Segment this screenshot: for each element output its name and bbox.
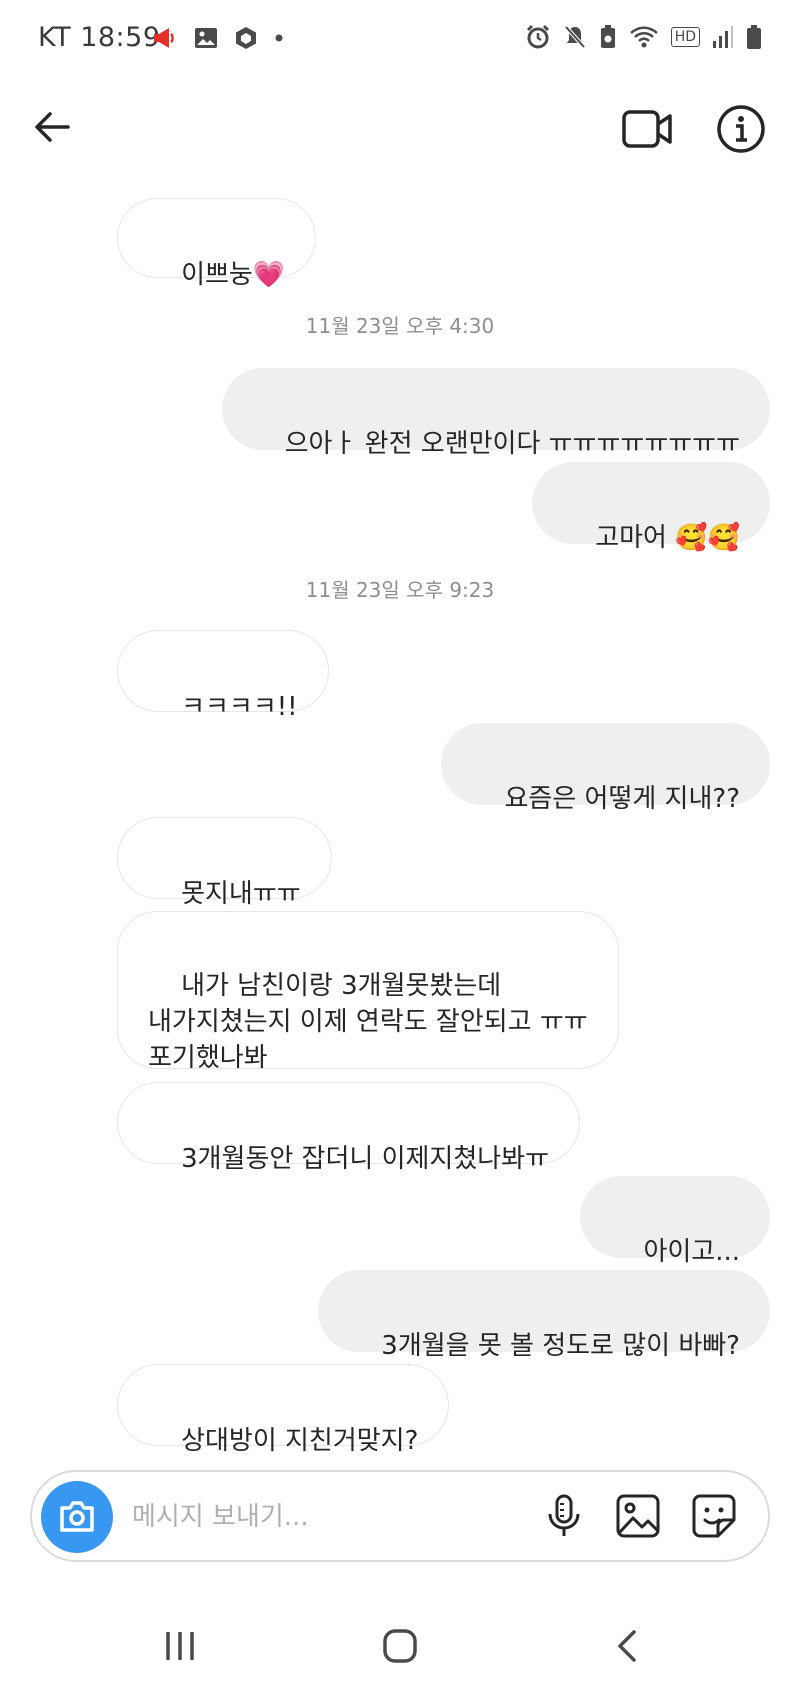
- timestamp: 11월 23일 오후 9:23: [305, 578, 495, 602]
- recents-button[interactable]: [160, 1628, 200, 1664]
- carrier-label: KT: [38, 22, 72, 53]
- clock: 18:59: [80, 22, 161, 53]
- message-bubble-incoming[interactable]: 못지내ㅠㅠ: [117, 817, 332, 909]
- message-bubble-incoming[interactable]: ㅋㅋㅋㅋ!!: [117, 630, 329, 722]
- video-call-button[interactable]: [620, 102, 674, 156]
- camera-icon: [60, 1501, 94, 1532]
- message-bubble-incoming[interactable]: 상대방이 지친거맞지?: [117, 1364, 450, 1456]
- system-icons: HD: [525, 24, 762, 50]
- more-dot-icon: [275, 34, 283, 42]
- sticker-button[interactable]: [690, 1492, 738, 1540]
- message-bubble-incoming[interactable]: 내가 남친이랑 3개월못봤는데 내가지쳤는지 이제 연락도 잘안되고 ㅠㅠ 포기…: [117, 911, 619, 1073]
- microphone-icon: [548, 1494, 580, 1536]
- video-camera-icon: [622, 110, 672, 148]
- message-bubble-incoming[interactable]: 이쁘눙💗: [117, 198, 317, 290]
- smiling-hearts-emoji: 🥰🥰: [675, 523, 740, 553]
- message-text: 으아ㅏ 완전 오랜만이다 ㅠㅠㅠㅠㅠㅠㅠㅠ: [284, 429, 740, 459]
- notification-icons: [152, 26, 284, 50]
- arrow-left-icon: [35, 112, 70, 142]
- mute-icon: [564, 25, 586, 49]
- image-notification-icon: [195, 28, 217, 48]
- camera-button[interactable]: [41, 1481, 113, 1553]
- back-button[interactable]: [28, 102, 78, 152]
- message-text: 3개월동안 잡더니 이제지쳤나봐ㅠ: [181, 1144, 550, 1174]
- status-carrier-time: KT 18:59: [38, 22, 161, 53]
- message-bubble-incoming[interactable]: 3개월동안 잡더니 이제지쳤나봐ㅠ: [117, 1082, 581, 1174]
- info-circle-icon: [717, 105, 765, 153]
- gallery-icon: [616, 1494, 660, 1538]
- message-text: 이쁘눙: [181, 260, 253, 290]
- message-bubble-outgoing[interactable]: 3개월을 못 볼 정도로 많이 바빠?: [318, 1270, 770, 1361]
- conversation-info-button[interactable]: [714, 102, 768, 156]
- nav-back-icon: [618, 1630, 636, 1662]
- system-back-button[interactable]: [612, 1626, 642, 1666]
- cube-app-icon: [236, 27, 256, 49]
- wifi-icon: [629, 26, 658, 48]
- home-icon: [383, 1629, 417, 1663]
- message-input[interactable]: [130, 1494, 434, 1540]
- megaphone-icon: [154, 28, 174, 48]
- timestamp: 11월 23일 오후 4:30: [305, 314, 495, 338]
- message-text: 3개월을 못 볼 정도로 많이 바빠?: [381, 1331, 740, 1361]
- home-button[interactable]: [380, 1626, 420, 1666]
- message-text: 내가 남친이랑 3개월못봤는데 내가지쳤는지 이제 연락도 잘안되고 ㅠㅠ 포기…: [148, 971, 588, 1073]
- message-text: 요즘은 어떻게 지내??: [504, 784, 741, 814]
- status-bar: KT 18:59 HD: [0, 0, 800, 84]
- signal-icon: [713, 26, 733, 48]
- battery-saver-icon: [600, 25, 615, 48]
- voice-message-button[interactable]: [540, 1492, 588, 1540]
- message-text: 못지내ㅠㅠ: [181, 879, 301, 909]
- sticker-icon: [692, 1494, 736, 1538]
- hd-voice-badge: HD: [670, 27, 700, 47]
- message-text: ㅋㅋㅋㅋ!!: [181, 692, 298, 722]
- system-navigation-bar: [0, 1596, 800, 1688]
- message-text: 고마어: [595, 523, 676, 553]
- message-text: 상대방이 지친거맞지?: [181, 1426, 419, 1456]
- message-bubble-outgoing[interactable]: 고마어 🥰🥰: [532, 462, 770, 553]
- battery-icon: [747, 25, 761, 49]
- alarm-icon: [526, 24, 549, 49]
- message-text: 아이고...: [643, 1237, 740, 1267]
- message-bubble-outgoing[interactable]: 아이고...: [580, 1176, 770, 1267]
- recents-icon: [166, 1632, 194, 1660]
- message-bubble-outgoing[interactable]: 으아ㅏ 완전 오랜만이다 ㅠㅠㅠㅠㅠㅠㅠㅠ: [221, 368, 770, 459]
- message-bubble-outgoing[interactable]: 요즘은 어떻게 지내??: [441, 723, 770, 814]
- message-thread[interactable]: 이쁘눙💗 11월 23일 오후 4:30 으아ㅏ 완전 오랜만이다 ㅠㅠㅠㅠㅠㅠ…: [0, 170, 800, 1462]
- gallery-button[interactable]: [614, 1492, 662, 1540]
- chat-header: [0, 84, 800, 184]
- heart-emoji: 💗: [252, 260, 286, 290]
- message-composer: [30, 1470, 770, 1562]
